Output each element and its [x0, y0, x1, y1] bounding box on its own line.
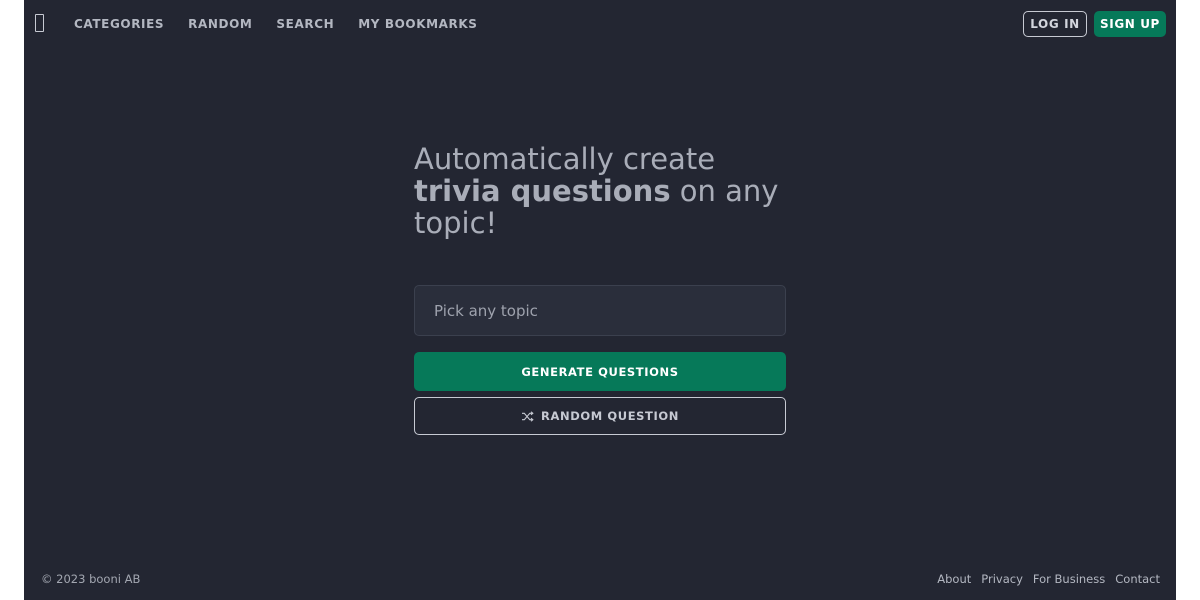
footer-link-contact[interactable]: Contact — [1115, 572, 1160, 586]
footer-link-about[interactable]: About — [937, 572, 971, 586]
shuffle-icon — [522, 410, 534, 422]
topic-input[interactable] — [414, 285, 786, 336]
hero-heading: Automatically create trivia questions on… — [414, 143, 786, 239]
random-question-label: RANDOM QUESTION — [541, 409, 679, 423]
hero-text-bold: trivia questions — [414, 174, 671, 208]
footer-link-for-business[interactable]: For Business — [1033, 572, 1105, 586]
nav-link-search[interactable]: SEARCH — [276, 17, 334, 31]
logo-icon[interactable] — [35, 14, 44, 32]
top-navbar: CATEGORIES RANDOM SEARCH MY BOOKMARKS LO… — [24, 0, 1176, 48]
app-container: CATEGORIES RANDOM SEARCH MY BOOKMARKS LO… — [24, 0, 1176, 600]
login-button[interactable]: LOG IN — [1023, 11, 1087, 37]
footer-link-privacy[interactable]: Privacy — [981, 572, 1023, 586]
nav-links: CATEGORIES RANDOM SEARCH MY BOOKMARKS — [74, 0, 502, 48]
generate-questions-button[interactable]: GENERATE QUESTIONS — [414, 352, 786, 391]
signup-button[interactable]: SIGN UP — [1094, 11, 1166, 37]
footer-copyright: © 2023 booni AB — [41, 572, 141, 586]
nav-link-categories[interactable]: CATEGORIES — [74, 17, 164, 31]
footer-links: About Privacy For Business Contact — [927, 572, 1160, 586]
nav-link-random[interactable]: RANDOM — [188, 17, 252, 31]
nav-link-my-bookmarks[interactable]: MY BOOKMARKS — [358, 17, 477, 31]
hero-text-start: Automatically create — [414, 142, 716, 176]
random-question-button[interactable]: RANDOM QUESTION — [414, 397, 786, 435]
